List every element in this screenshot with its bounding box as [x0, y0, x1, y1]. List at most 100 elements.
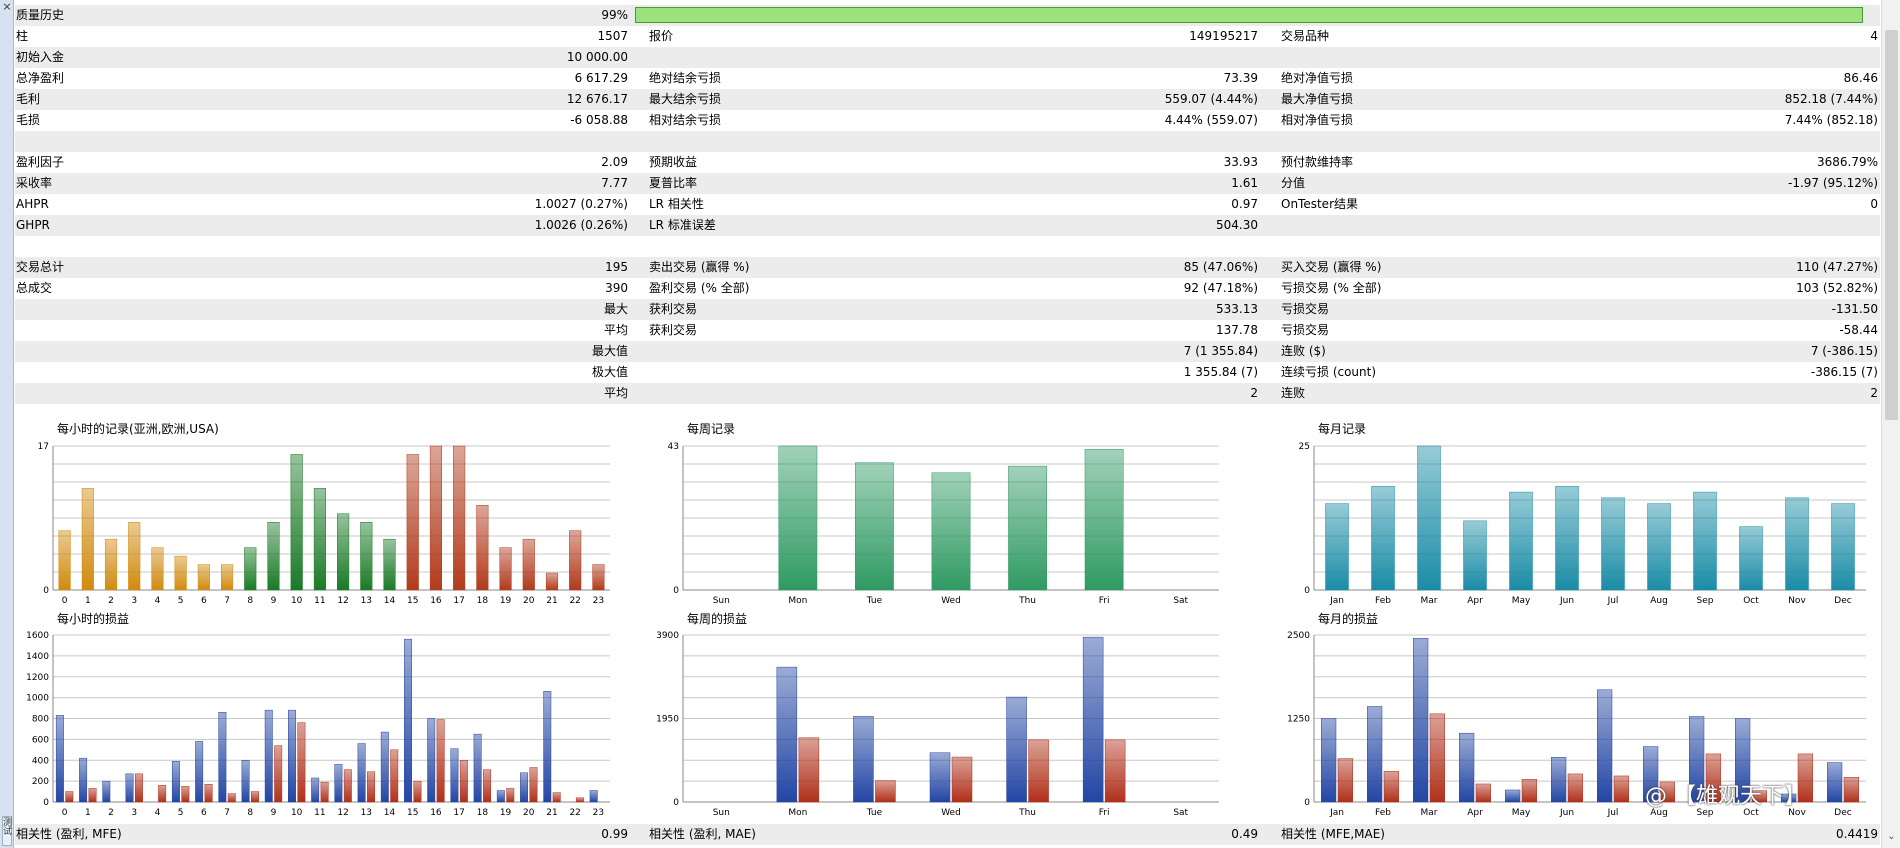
x-tick-label: Fri: [1099, 596, 1110, 606]
stat-label: 卖出交易 (赢得 %): [649, 260, 750, 274]
stat-value: 1.61: [1231, 176, 1258, 190]
stat-label: 盈利交易 (% 全部): [649, 281, 750, 295]
stat-value: 504.30: [1216, 218, 1258, 232]
stat-value: 2: [1870, 386, 1878, 400]
x-tick-label: Nov: [1788, 596, 1806, 606]
stat-label: 盈利因子: [16, 155, 65, 169]
close-icon[interactable]: ×: [2, 1, 12, 13]
x-tick-label: 6: [201, 808, 207, 818]
stat-label: 总净盈利: [16, 71, 65, 85]
stat-value: -6 058.88: [570, 113, 628, 127]
x-tick-label: 20: [523, 596, 535, 606]
loss-bar: [1475, 783, 1491, 803]
x-tick-label: 19: [500, 808, 512, 818]
stat-label: [16, 362, 216, 383]
profit-bar: [171, 761, 180, 803]
stat-value: 390: [605, 281, 628, 295]
profit-bar: [776, 666, 798, 803]
y-tick-label: 0: [43, 798, 49, 808]
stat-label: 相关性 (MFE,MAE): [1281, 827, 1385, 841]
stat-label: 初始入金: [16, 50, 65, 64]
stat-label: 绝对结余亏损: [649, 71, 722, 85]
x-tick-label: Mar: [1421, 596, 1438, 606]
x-tick-label: Jul: [1607, 808, 1619, 818]
x-tick-label: 21: [546, 596, 557, 606]
x-tick-label: May: [1512, 808, 1531, 818]
y-tick-label: 800: [32, 715, 49, 725]
profit-bar: [288, 709, 296, 803]
x-tick-label: Aug: [1650, 596, 1668, 606]
stat-label: 柱: [16, 29, 29, 43]
profit-bar: [264, 709, 273, 803]
loss-bar: [483, 769, 492, 803]
stat-value: 559.07 (4.44%): [1164, 92, 1258, 106]
stat-label: 连败: [1281, 386, 1306, 400]
x-tick-label: 2: [108, 596, 114, 606]
report-row: 最大 获利交易 533.13 亏损交易 -131.50: [15, 299, 1880, 320]
bar: [197, 564, 210, 591]
bar: [429, 445, 442, 591]
weekly-records-chart: 每周记录 0 43 Sun Mon Tue Wed Thu Fri Sat: [645, 420, 1245, 610]
x-tick-label: 8: [247, 808, 253, 818]
profit-bar: [450, 748, 459, 803]
x-tick-label: Wed: [941, 808, 961, 818]
stat-value: -131.50: [1831, 302, 1878, 316]
scrollbar-thumb[interactable]: [1885, 30, 1898, 420]
loss-bar: [134, 773, 143, 803]
report-row: GHPR 1.0026 (0.26%) LR 标准误差 504.30: [15, 215, 1880, 236]
correlation-row: 相关性 (盈利, MFE) 0.99 相关性 (盈利, MAE) 0.49 相关性 (M…: [15, 824, 1880, 845]
loss-bar: [436, 719, 445, 803]
stat-value: 最大: [603, 302, 628, 316]
stat-value: 137.78: [1216, 323, 1258, 337]
bar: [1647, 503, 1671, 591]
x-tick-label: 15: [407, 596, 418, 606]
bar: [360, 521, 373, 591]
stat-value: -1.97 (95.12%): [1788, 176, 1878, 190]
stat-value: 85 (47.06%): [1183, 260, 1258, 274]
profit-bar: [1827, 762, 1843, 803]
y-tick-label: 0: [1304, 798, 1310, 808]
y-tick-label: 1400: [26, 652, 49, 662]
y-tick-label: 1600: [26, 631, 49, 641]
x-tick-label: 16: [430, 808, 442, 818]
profit-bar: [543, 691, 552, 803]
x-tick-label: 12: [337, 596, 348, 606]
x-tick-label: Feb: [1375, 596, 1391, 606]
loss-bar: [1028, 739, 1049, 803]
scroll-down-icon[interactable]: ⌄: [1882, 828, 1900, 846]
report-row: [15, 131, 1880, 152]
loss-bar: [798, 737, 820, 803]
report-row: 平均 获利交易 137.78 亏损交易 -58.44: [15, 320, 1880, 341]
vertical-scrollbar[interactable]: ⌄: [1881, 0, 1900, 848]
stat-label: 毛损: [16, 113, 41, 127]
stat-value: 1.0026 (0.26%): [534, 218, 628, 232]
x-tick-label: 12: [337, 808, 348, 818]
x-tick-label: Jan: [1329, 808, 1344, 818]
profit-bar: [1082, 636, 1104, 803]
x-tick-label: Apr: [1467, 808, 1483, 818]
loss-bar: [251, 791, 259, 803]
bar: [778, 445, 818, 591]
report-row: 毛利 12 676.17 最大结余亏损 559.07 (4.44%) 最大净值亏损 852…: [15, 89, 1880, 110]
report-row: 毛损 -6 058.88 相对结余亏损 4.44% (559.07) 相对净值亏损 7.4…: [15, 110, 1880, 131]
bar: [267, 521, 280, 591]
loss-bar: [158, 785, 167, 803]
x-tick-label: Thu: [1018, 808, 1036, 818]
stat-label: 总成交: [16, 281, 53, 295]
x-tick-label: 18: [477, 808, 489, 818]
bar: [1785, 497, 1809, 591]
x-tick-label: 17: [453, 596, 464, 606]
stat-value: 0.4419: [1836, 827, 1878, 841]
weekly-pnl-chart: 每周的损益 0 1950 3900 Sun Mon Tue Wed Thu Fri Sat: [645, 610, 1245, 825]
stat-value: 1507: [597, 29, 628, 43]
report-row: 采收率 7.77 夏普比率 1.61 分值 -1.97 (95.12%): [15, 173, 1880, 194]
stat-value: 4: [1870, 29, 1878, 43]
stat-value: 103 (52.82%): [1796, 281, 1878, 295]
watermark: @ 【雄观天下】: [1645, 784, 1806, 809]
stat-label: [649, 362, 849, 383]
x-tick-label: 22: [569, 596, 580, 606]
profit-bar: [102, 780, 111, 803]
stat-value: 99%: [601, 8, 628, 22]
x-tick-label: 1: [85, 808, 91, 818]
profit-bar: [1551, 756, 1567, 803]
